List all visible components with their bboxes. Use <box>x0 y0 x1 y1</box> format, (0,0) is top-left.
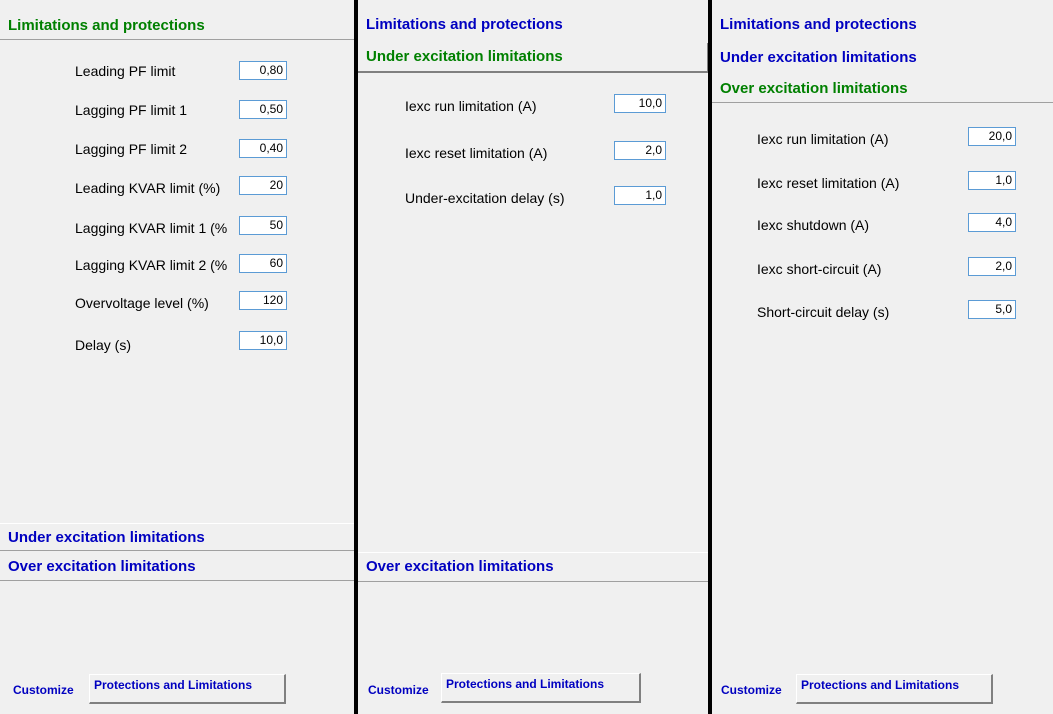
field-label-iexc-run-limitation: Iexc run limitation (A) <box>757 131 889 147</box>
customize-label[interactable]: Customize <box>368 683 429 697</box>
field-label-iexc-reset-limitation: Iexc reset limitation (A) <box>757 175 900 191</box>
iexc-run-limitation-input[interactable]: 10,0 <box>614 94 666 113</box>
iexc-run-limitation-input[interactable]: 20,0 <box>968 127 1016 146</box>
overvoltage-level-input[interactable]: 120 <box>239 291 287 310</box>
field-label-leading-pf-limit: Leading PF limit <box>75 63 176 79</box>
field-label-leading-kvar-limit: Leading KVAR limit (%) <box>75 180 221 196</box>
section-header-limitations-and-protections[interactable]: Limitations and protections <box>712 11 1053 39</box>
customize-label[interactable]: Customize <box>13 683 74 697</box>
field-label-iexc-reset-limitation: Iexc reset limitation (A) <box>405 145 548 161</box>
lagging-kvar-limit-2-input[interactable]: 60 <box>239 254 287 273</box>
field-label-lagging-kvar-limit-1: Lagging KVAR limit 1 (% <box>75 220 228 236</box>
field-label-lagging-pf-limit-1: Lagging PF limit 1 <box>75 102 188 118</box>
delay-input[interactable]: 10,0 <box>239 331 287 350</box>
field-label-under-excitation-delay: Under-excitation delay (s) <box>405 190 565 206</box>
field-label-iexc-run-limitation: Iexc run limitation (A) <box>405 98 537 114</box>
section-header-over-excitation[interactable]: Over excitation limitations <box>712 75 1053 103</box>
customize-label[interactable]: Customize <box>721 683 782 697</box>
section-header-limitations-and-protections[interactable]: Limitations and protections <box>358 11 708 39</box>
section-header-under-excitation[interactable]: Under excitation limitations <box>358 43 708 73</box>
section-header-over-excitation[interactable]: Over excitation limitations <box>0 553 354 581</box>
field-label-iexc-shutdown: Iexc shutdown (A) <box>757 217 870 233</box>
tab-protections-and-limitations[interactable]: Protections and Limitations <box>441 673 641 703</box>
iexc-reset-limitation-input[interactable]: 2,0 <box>614 141 666 160</box>
short-circuit-delay-input[interactable]: 5,0 <box>968 300 1016 319</box>
under-excitation-delay-input[interactable]: 1,0 <box>614 186 666 205</box>
field-label-overvoltage-level: Overvoltage level (%) <box>75 295 209 311</box>
section-header-under-excitation[interactable]: Under excitation limitations <box>712 44 1053 72</box>
section-header-under-excitation[interactable]: Under excitation limitations <box>0 523 354 551</box>
iexc-shutdown-input[interactable]: 4,0 <box>968 213 1016 232</box>
panel-limitations: Limitations and protections Leading PF l… <box>0 0 354 714</box>
field-label-delay: Delay (s) <box>75 337 132 353</box>
field-label-iexc-short-circuit: Iexc short-circuit (A) <box>757 261 882 277</box>
iexc-short-circuit-input[interactable]: 2,0 <box>968 257 1016 276</box>
tab-protections-and-limitations[interactable]: Protections and Limitations <box>89 674 286 704</box>
section-header-over-excitation[interactable]: Over excitation limitations <box>358 552 708 582</box>
field-label-lagging-pf-limit-2: Lagging PF limit 2 <box>75 141 188 157</box>
panel-over-excitation: Limitations and protections Under excita… <box>712 0 1053 714</box>
panel-under-excitation: Limitations and protections Under excita… <box>358 0 708 714</box>
field-label-short-circuit-delay: Short-circuit delay (s) <box>757 304 890 320</box>
lagging-kvar-limit-1-input[interactable]: 50 <box>239 216 287 235</box>
lagging-pf-limit-2-input[interactable]: 0,40 <box>239 139 287 158</box>
leading-kvar-limit-input[interactable]: 20 <box>239 176 287 195</box>
lagging-pf-limit-1-input[interactable]: 0,50 <box>239 100 287 119</box>
leading-pf-limit-input[interactable]: 0,80 <box>239 61 287 80</box>
section-header-limitations-and-protections[interactable]: Limitations and protections <box>0 12 354 40</box>
iexc-reset-limitation-input[interactable]: 1,0 <box>968 171 1016 190</box>
field-label-lagging-kvar-limit-2: Lagging KVAR limit 2 (% <box>75 257 228 273</box>
tab-protections-and-limitations[interactable]: Protections and Limitations <box>796 674 993 704</box>
